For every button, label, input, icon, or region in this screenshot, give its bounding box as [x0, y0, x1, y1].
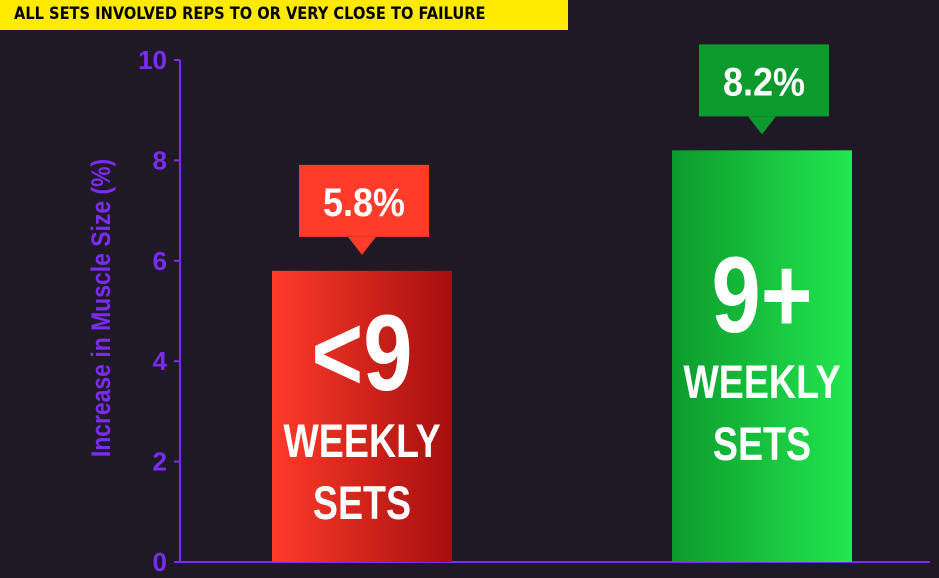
bar-category-line2-red: SETS	[313, 477, 411, 530]
y-tick-label: 8	[153, 145, 167, 175]
callout-pointer-red	[348, 236, 376, 255]
y-tick-label: 0	[153, 547, 167, 577]
y-tick-label: 10	[138, 45, 167, 75]
bar-category-line1-green: WEEKLY	[683, 356, 840, 409]
bar-category-big-green: 9+	[712, 235, 813, 355]
data-label-green: 8.2%	[723, 61, 805, 105]
bar-category-line1-red: WEEKLY	[283, 415, 440, 468]
bar-category-big-red: <9	[312, 293, 413, 413]
y-axis-title: Increase in Muscle Size (%)	[86, 159, 116, 457]
y-tick-label: 6	[153, 246, 167, 276]
data-label-red: 5.8%	[323, 181, 405, 225]
bar-chart: 0 2 4 6 8 10 Increase in Muscle Size (%) 5.8% <9…	[86, 44, 930, 577]
y-tick-label: 4	[153, 346, 168, 376]
bar-category-line2-green: SETS	[713, 418, 811, 471]
chart-stage: ALL SETS INVOLVED REPS TO OR VERY CLOSE …	[0, 0, 939, 578]
callout-pointer-green	[748, 116, 776, 135]
y-tick-label: 2	[153, 447, 167, 477]
